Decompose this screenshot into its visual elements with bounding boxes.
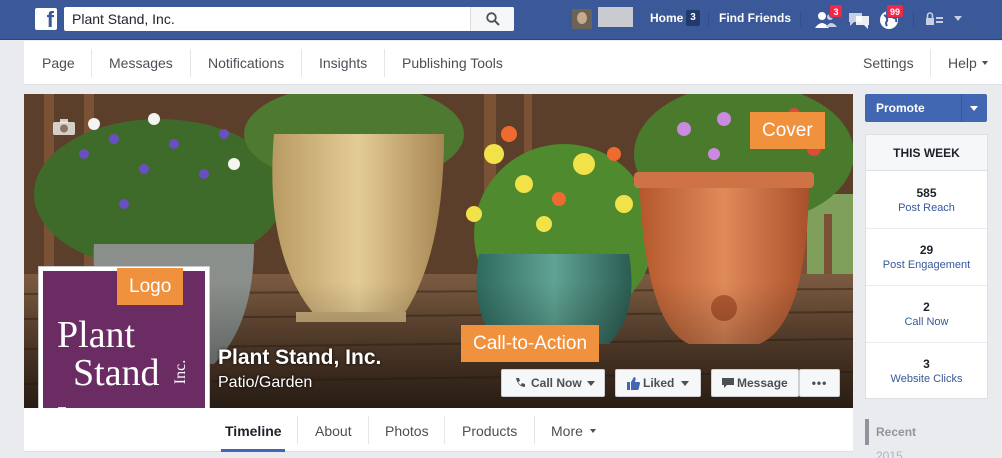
page-nav-messages[interactable]: Messages [109, 55, 173, 71]
call-now-chevron-down-icon [587, 381, 595, 386]
nav-separator [190, 49, 191, 77]
camera-icon[interactable] [52, 118, 76, 136]
liked-button[interactable]: Liked [615, 369, 701, 397]
recent-indicator [865, 419, 869, 445]
friend-requests-badge: 3 [829, 4, 843, 18]
page-title[interactable]: Plant Stand, Inc. [218, 346, 381, 370]
search-icon [486, 12, 500, 26]
nav-divider [708, 11, 709, 27]
search-button[interactable] [470, 7, 514, 31]
phone-icon [516, 378, 525, 387]
stat-value: 29 [919, 243, 934, 257]
page-nav-notifications[interactable]: Notifications [208, 55, 284, 71]
stat-label[interactable]: Website Clicks [866, 373, 987, 385]
nav-separator [930, 49, 931, 77]
page-admin-nav: Page Messages Notifications Insights Pub… [24, 41, 1002, 85]
home-link[interactable]: Home [650, 11, 683, 25]
facebook-logo-icon[interactable]: f [35, 8, 57, 30]
stat-label[interactable]: Post Engagement [866, 259, 987, 271]
promote-label: Promote [876, 101, 925, 115]
this-week-panel: THIS WEEK 585 Post Reach 29 Post Engagem… [865, 134, 988, 399]
page-nav-settings[interactable]: Settings [863, 55, 914, 71]
nav-divider [800, 11, 801, 27]
top-navigation-bar: f Home 3 Find Friends 3 99 [0, 0, 1002, 40]
tab-timeline[interactable]: Timeline [225, 423, 282, 439]
logo-text-stand: Stand [73, 352, 160, 394]
nav-separator [301, 49, 302, 77]
privacy-lock-icon[interactable] [925, 12, 947, 34]
logo-text-inc: Inc. [172, 359, 190, 385]
stat-value: 585 [916, 186, 937, 200]
help-chevron-down-icon [982, 61, 988, 65]
tab-about[interactable]: About [315, 423, 352, 439]
page-nav-publishing-tools[interactable]: Publishing Tools [402, 55, 503, 71]
this-week-heading: THIS WEEK [866, 135, 987, 171]
messages-icon[interactable] [847, 9, 869, 31]
promote-split-divider [961, 94, 962, 122]
liked-label: Liked [643, 376, 675, 390]
tab-more[interactable]: More [551, 423, 583, 439]
page-nav-insights[interactable]: Insights [319, 55, 367, 71]
stat-label[interactable]: Post Reach [866, 202, 987, 214]
liked-chevron-down-icon [681, 381, 689, 386]
stat-post-reach[interactable]: 585 Post Reach [866, 172, 987, 229]
notifications-badge: 99 [886, 4, 905, 18]
more-actions-button[interactable]: ••• [799, 369, 840, 397]
user-avatar[interactable] [572, 9, 592, 29]
stat-value: 2 [923, 300, 930, 314]
more-chevron-down-icon [590, 429, 596, 433]
tab-separator [444, 416, 445, 444]
call-now-label: Call Now [531, 376, 582, 390]
stat-website-clicks[interactable]: 3 Website Clicks [866, 343, 987, 400]
stat-call-now[interactable]: 2 Call Now [866, 286, 987, 343]
page-category[interactable]: Patio/Garden [218, 374, 312, 392]
promote-chevron-down-icon[interactable] [970, 106, 978, 111]
account-menu-chevron-down-icon[interactable] [954, 16, 962, 21]
cover-annotation-label: Cover [750, 112, 825, 149]
active-tab-indicator [221, 449, 285, 452]
user-name-redacted[interactable] [598, 7, 633, 27]
message-label: Message [737, 376, 788, 390]
tab-products[interactable]: Products [462, 423, 517, 439]
timeline-recent-link[interactable]: Recent [876, 425, 916, 439]
page-nav-help[interactable]: Help [948, 55, 977, 71]
find-friends-link[interactable]: Find Friends [719, 11, 791, 25]
logo-annotation-label: Logo [117, 268, 184, 305]
message-bubble-icon [722, 378, 734, 388]
more-dots-icon: ••• [811, 376, 828, 390]
nav-separator [91, 49, 92, 77]
promote-button[interactable]: Promote [865, 94, 987, 122]
thumbs-up-icon [627, 377, 640, 390]
tab-separator [534, 416, 535, 444]
nav-divider [913, 11, 914, 27]
tab-photos[interactable]: Photos [385, 423, 429, 439]
message-button[interactable]: Message [711, 369, 799, 397]
stat-post-engagement[interactable]: 29 Post Engagement [866, 229, 987, 286]
call-to-action-annotation-label: Call-to-Action [461, 325, 600, 362]
page-tabs: Timeline About Photos Products More [24, 408, 853, 452]
tab-separator [297, 416, 298, 444]
search-input[interactable] [64, 7, 469, 31]
home-count-badge: 3 [686, 10, 700, 26]
page-nav-page[interactable]: Page [42, 55, 75, 71]
tab-separator [368, 416, 369, 444]
stat-value: 3 [923, 357, 930, 371]
call-now-button[interactable]: Call Now [501, 369, 605, 397]
nav-separator [384, 49, 385, 77]
stat-label[interactable]: Call Now [866, 316, 987, 328]
timeline-year-link[interactable]: 2015 [876, 449, 903, 458]
search-box [64, 7, 514, 31]
